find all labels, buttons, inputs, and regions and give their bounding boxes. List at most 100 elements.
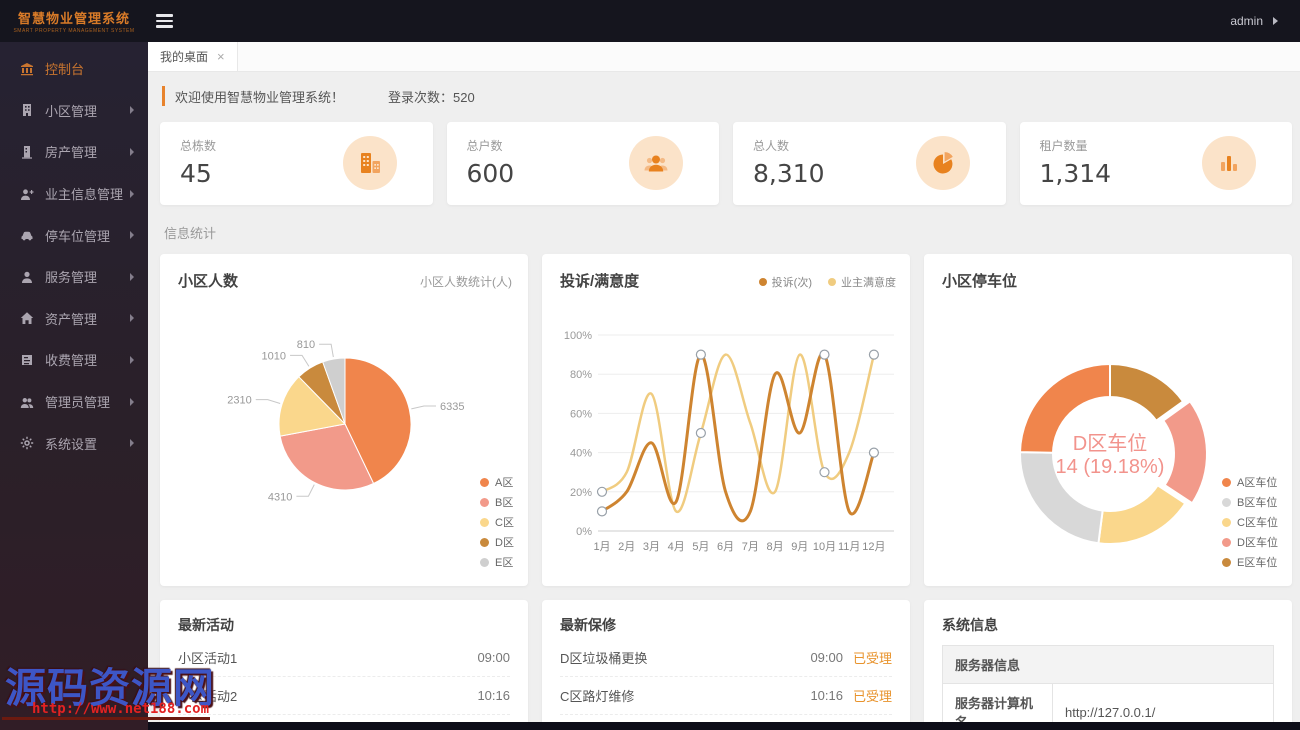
sidebar-item-label: 控制台	[45, 62, 85, 78]
sidebar-item-label: 资产管理	[45, 311, 98, 327]
chart-title: 投诉/满意度	[560, 273, 640, 290]
sidebar-item-label: 收费管理	[45, 353, 98, 369]
section-title: 信息统计	[164, 226, 217, 241]
user-menu[interactable]: admin	[1230, 14, 1278, 28]
latest-activities-card: 最新活动 小区活动1 09:00 小区活动2 10:16 小区活动3 08:22	[160, 600, 528, 729]
list-item: C区路灯维修 10:16 已受理	[560, 677, 892, 715]
card-title: 最新保修	[560, 617, 616, 633]
app-logo: 智慧物业管理系统 SMART PROPERTY MANAGEMENT SYSTE…	[0, 8, 148, 34]
line-chart-card: 投诉/满意度 投诉(次) 业主满意度 0% 20% 40% 60% 80% 100% 1月 2…	[542, 254, 910, 586]
chevron-right-icon	[130, 439, 134, 448]
pie-chart-card: 小区人数 小区人数统计(人) 6335 4310 2310 1010 810 A区 B区…	[160, 254, 528, 586]
charts-row: 小区人数 小区人数统计(人) 6335 4310 2310 1010 810 A区 B区…	[160, 254, 1292, 586]
status-badge: 已受理	[852, 651, 892, 666]
sidebar-item-label: 业主信息管理	[45, 187, 124, 203]
legend-item[interactable]: E区车位	[1222, 554, 1278, 570]
svg-text:2310: 2310	[227, 395, 251, 407]
legend-item[interactable]: B区	[480, 494, 514, 510]
latest-repairs-card: 最新保修 D区垃圾桶更换 09:00已受理 C区路灯维修 10:16已受理 A区…	[542, 600, 910, 729]
building-icon	[20, 103, 34, 117]
sidebar-item-parking[interactable]: 停车位管理	[0, 214, 148, 256]
logo-title: 智慧物业管理系统	[17, 11, 130, 26]
users-icon	[629, 136, 683, 190]
legend-item[interactable]: A区车位	[1222, 474, 1278, 490]
close-icon[interactable]: ×	[217, 49, 225, 64]
list-item: D区垃圾桶更换 09:00 已受理	[560, 639, 892, 677]
stat-card-buildings: 总栋数 45	[160, 122, 433, 205]
svg-text:2月: 2月	[618, 541, 635, 553]
stat-card-households: 总户数 600	[446, 122, 719, 205]
pie-legend: A区 B区 C区 D区 E区	[480, 470, 514, 574]
server-info-table: 服务器信息 服务器计算机名 http://127.0.0.1/	[942, 645, 1274, 729]
legend-item[interactable]: 投诉(次)	[758, 274, 812, 290]
pie-icon	[915, 136, 970, 190]
legend-item[interactable]: A区	[480, 474, 514, 490]
username: admin	[1230, 14, 1263, 28]
status-badge: 已受理	[852, 689, 892, 704]
sidebar-item-owner-info[interactable]: 业主信息管理	[0, 173, 148, 215]
legend-item[interactable]: D区	[480, 534, 514, 550]
card-title: 系统信息	[942, 617, 998, 633]
table-header: 服务器信息	[942, 645, 1274, 684]
svg-text:6335: 6335	[440, 401, 464, 413]
bank-icon	[20, 62, 34, 76]
bottom-dark-bar	[148, 722, 1300, 730]
sidebar-item-settings[interactable]: 系统设置	[0, 422, 148, 464]
sidebar-item-property[interactable]: 房产管理	[0, 131, 148, 173]
legend-item[interactable]: B区车位	[1222, 494, 1278, 510]
bar-chart-icon	[1202, 136, 1256, 190]
list-item: 小区活动2 10:16	[178, 677, 510, 715]
chevron-right-icon	[130, 314, 134, 323]
bottom-row: 最新活动 小区活动1 09:00 小区活动2 10:16 小区活动3 08:22	[160, 600, 1292, 729]
svg-text:60%: 60%	[570, 408, 592, 420]
legend-item[interactable]: 业主满意度	[828, 274, 896, 290]
svg-text:14 (19.18%): 14 (19.18%)	[1056, 456, 1165, 478]
caret-right-icon	[1273, 17, 1278, 25]
stats-row: 总栋数 45 总户数 600 总人数 8,310 租户数量 1,314	[160, 122, 1292, 205]
chart-subtitle: 小区人数统计(人)	[420, 275, 512, 289]
chevron-right-icon	[130, 189, 134, 198]
sidebar-item-label: 系统设置	[45, 436, 98, 452]
top-header: 智慧物业管理系统 SMART PROPERTY MANAGEMENT SYSTE…	[0, 0, 1300, 42]
svg-text:3月: 3月	[643, 541, 660, 553]
svg-text:11月: 11月	[838, 541, 860, 553]
tab-bar: 我的桌面 ×	[148, 42, 1300, 72]
person-icon	[20, 270, 34, 284]
system-info-card: 系统信息 服务器信息 服务器计算机名 http://127.0.0.1/	[924, 600, 1292, 729]
dashboard-content: 欢迎使用智慧物业管理系统！ 登录次数：520 总栋数 45 总户数 600 总人…	[148, 72, 1300, 729]
menu-toggle-icon[interactable]	[156, 8, 182, 34]
user-plus-icon	[20, 187, 34, 201]
svg-text:12月: 12月	[862, 541, 885, 553]
sidebar-item-billing[interactable]: 收费管理	[0, 339, 148, 381]
complaints-line-chart: 0%20%40%60%80%100%1月 2月 3月 4月 5月 6月 7月 8月 9月 10月 1…	[564, 330, 894, 553]
list-item: 小区活动1 09:00	[178, 639, 510, 677]
chevron-right-icon	[130, 106, 134, 115]
logo-subtitle: SMART PROPERTY MANAGEMENT SYSTEM	[13, 28, 135, 34]
sidebar-item-label: 服务管理	[45, 270, 98, 286]
sidebar-item-admins[interactable]: 管理员管理	[0, 381, 148, 423]
sidebar-nav: 控制台 小区管理 房产管理 业主信息管理 停车位管理 服务管理 资产管理 收费管…	[0, 42, 148, 730]
sidebar-item-community[interactable]: 小区管理	[0, 90, 148, 132]
chevron-right-icon	[130, 272, 134, 281]
legend-item[interactable]: E区	[480, 554, 514, 570]
legend-item[interactable]: C区	[480, 514, 514, 530]
svg-text:100%: 100%	[564, 330, 592, 342]
buildings-icon	[342, 136, 397, 190]
svg-text:1月: 1月	[593, 541, 610, 553]
sidebar-item-console[interactable]: 控制台	[0, 48, 148, 90]
chart-title: 小区人数	[178, 273, 239, 290]
sidebar-item-assets[interactable]: 资产管理	[0, 298, 148, 340]
chart-title: 小区停车位	[942, 273, 1018, 290]
watermark-underline	[2, 717, 210, 720]
legend-item[interactable]: D区车位	[1222, 534, 1278, 550]
sidebar-item-label: 停车位管理	[45, 228, 111, 244]
svg-text:10月: 10月	[813, 541, 836, 553]
svg-text:9月: 9月	[791, 541, 808, 553]
app-root: 智慧物业管理系统 SMART PROPERTY MANAGEMENT SYSTE…	[0, 0, 1300, 730]
sidebar-item-service[interactable]: 服务管理	[0, 256, 148, 298]
legend-item[interactable]: C区车位	[1222, 514, 1278, 530]
svg-text:D区车位: D区车位	[1073, 432, 1147, 455]
stat-card-tenants: 租户数量 1,314	[1019, 122, 1292, 205]
chevron-right-icon	[130, 231, 134, 240]
tab-my-desktop[interactable]: 我的桌面 ×	[148, 42, 238, 71]
